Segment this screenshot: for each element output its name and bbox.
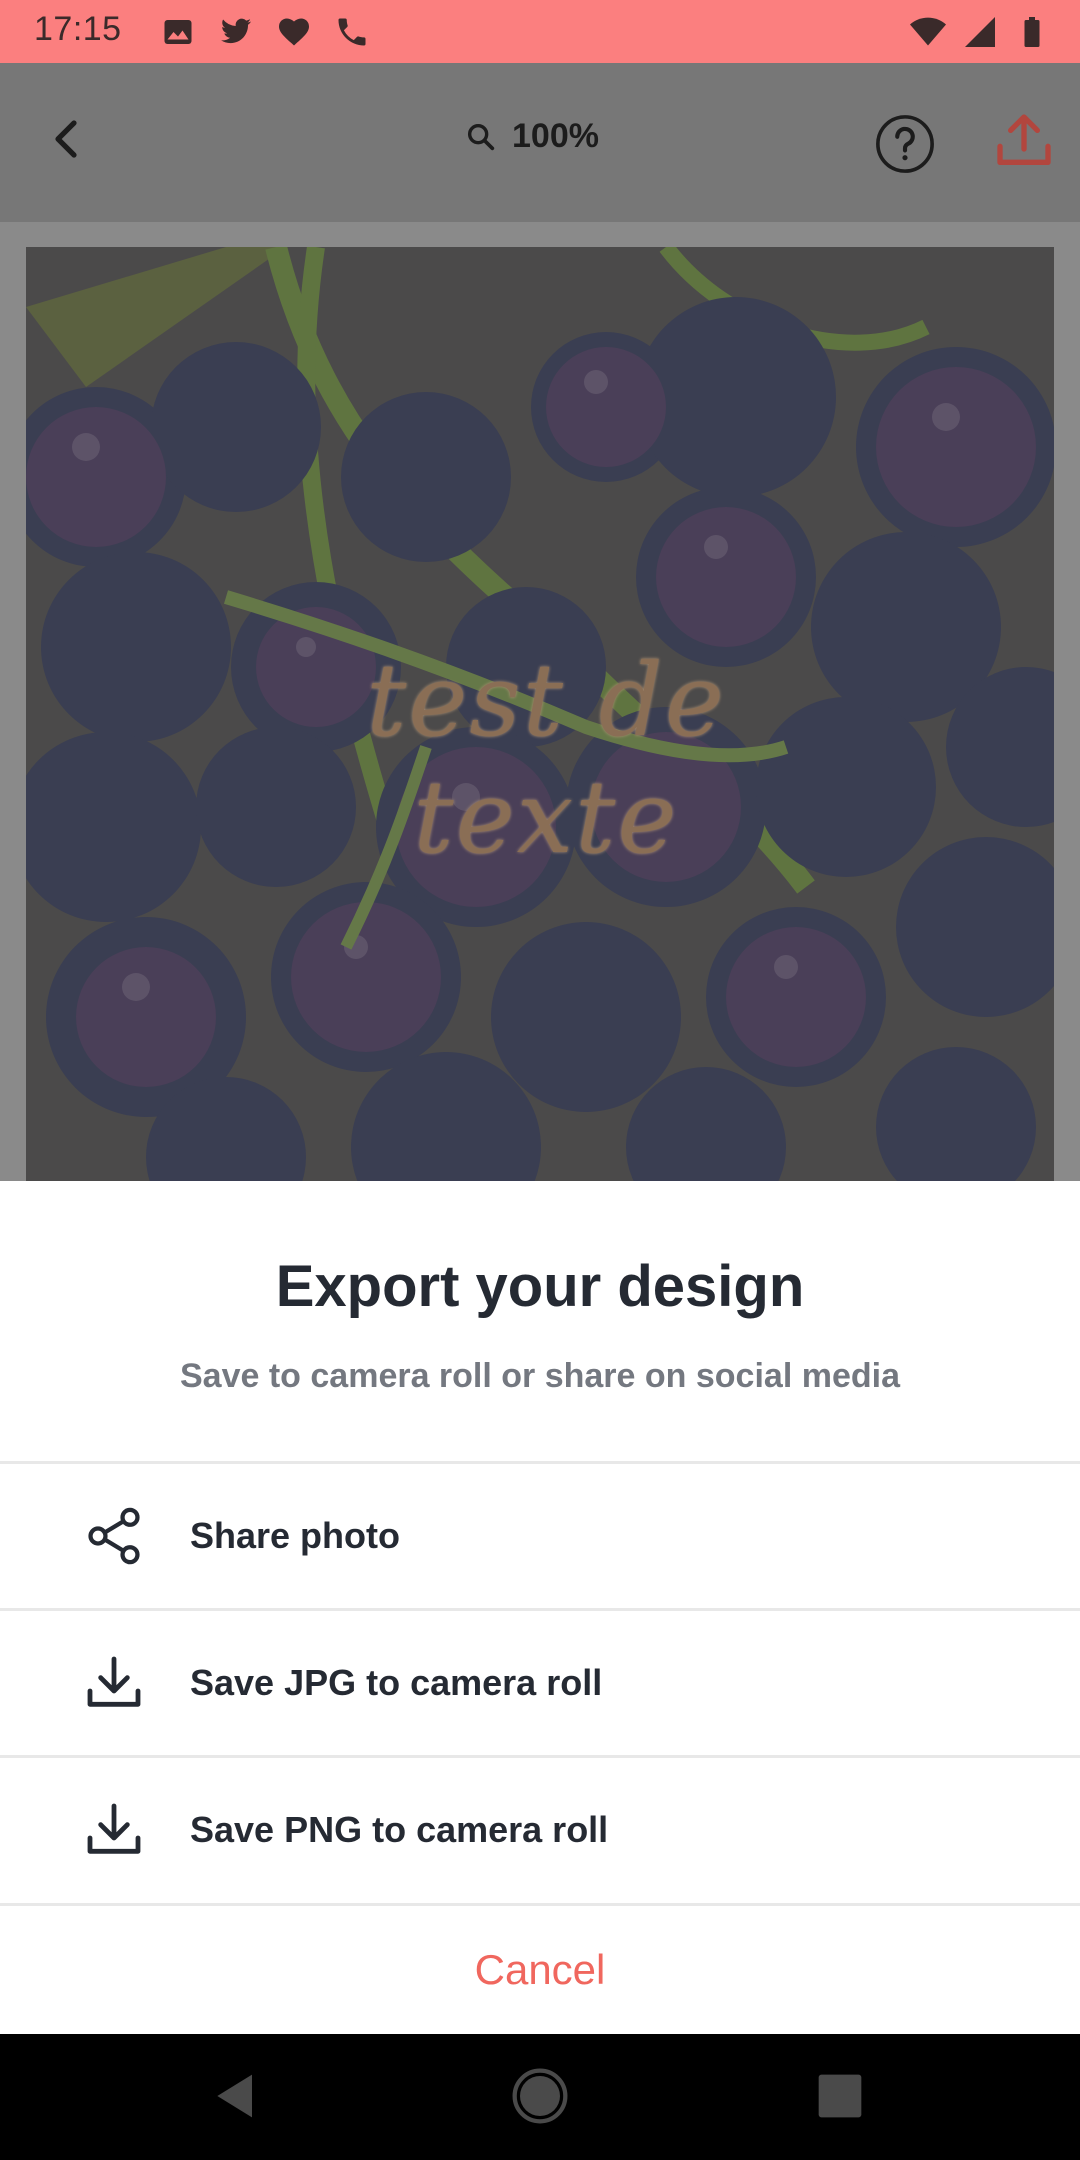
nav-back-icon[interactable]: [204, 2064, 268, 2128]
notification-icons: [160, 14, 370, 50]
sheet-title: Export your design: [275, 1254, 805, 1319]
back-icon[interactable]: [44, 115, 92, 163]
save-jpg-button[interactable]: Save JPG to camera roll: [0, 1611, 1080, 1755]
status-time: 17:15: [34, 10, 122, 48]
cancel-button[interactable]: Cancel: [0, 1906, 1080, 2034]
wifi-icon: [910, 17, 946, 46]
phone-icon: [338, 18, 366, 46]
heart-icon: [279, 18, 309, 46]
editor-toolbar: 100%: [0, 63, 1080, 222]
editor-area: 100% test de texte: [0, 63, 1080, 1181]
save-jpg-label: Save JPG to camera roll: [190, 1662, 603, 1703]
status-bar: 17:15: [0, 0, 1080, 63]
system-icons: [910, 14, 1050, 50]
download-icon: [87, 1803, 141, 1854]
image-icon: [164, 20, 192, 44]
sheet-subtitle: Save to camera roll or share on social m…: [180, 1357, 900, 1395]
signal-icon: [965, 17, 995, 47]
zoom-level: 100%: [512, 117, 599, 155]
share-photo-label: Share photo: [190, 1515, 401, 1556]
help-icon[interactable]: [874, 113, 936, 175]
save-png-label: Save PNG to camera roll: [190, 1809, 609, 1850]
save-png-button[interactable]: Save PNG to camera roll: [0, 1758, 1080, 1902]
export-icon[interactable]: [992, 109, 1056, 173]
nav-home-icon[interactable]: [508, 2064, 572, 2128]
nav-recents-icon[interactable]: [808, 2064, 872, 2128]
share-photo-button[interactable]: Share photo: [0, 1464, 1080, 1608]
share-icon: [88, 1507, 140, 1565]
canvas-text-layer[interactable]: test de texte: [256, 642, 836, 876]
canvas-photo[interactable]: test de texte: [26, 247, 1054, 1181]
download-icon: [87, 1656, 141, 1707]
zoom-icon: [467, 123, 495, 150]
twitter-icon: [221, 18, 251, 44]
battery-icon: [1024, 17, 1040, 47]
zoom-indicator[interactable]: 100%: [464, 117, 599, 156]
navigation-bar: [0, 2034, 1080, 2160]
